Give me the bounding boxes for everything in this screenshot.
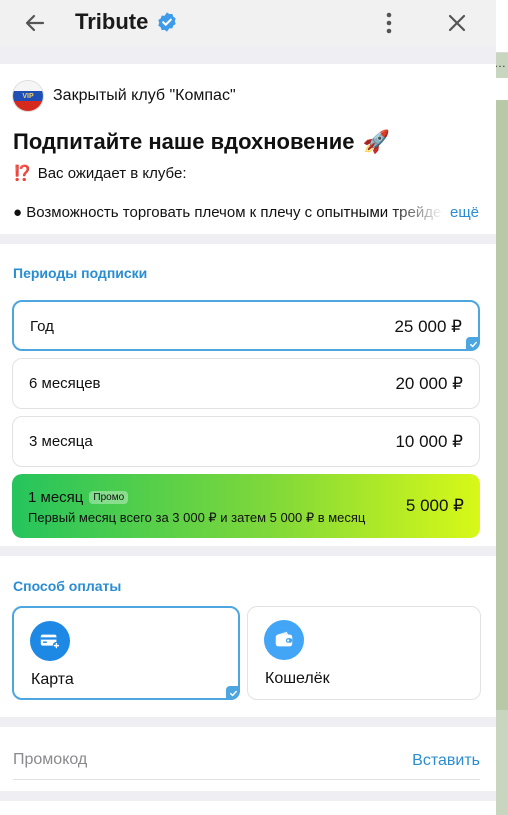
wallet-icon	[264, 620, 304, 660]
plan-option-1-month-promo[interactable]: 1 месяц Промо Первый месяц всего за 3 00…	[12, 474, 480, 538]
app-header: Tribute	[0, 0, 496, 46]
header-title-group: Tribute	[75, 9, 178, 35]
input-underline	[13, 779, 480, 780]
promo-badge: Промо	[89, 491, 129, 504]
description-bullet: ● Возможность торговать плечом к плечу с…	[13, 204, 443, 221]
background-wallpaper	[494, 100, 508, 710]
more-vertical-icon[interactable]	[374, 6, 404, 40]
subscription-periods-card: Периоды подписки Год 25 000 ₽ 6 месяцев …	[0, 244, 496, 546]
plan-name-text: 1 месяц	[28, 489, 84, 506]
plan-name: 6 месяцев	[29, 375, 101, 392]
page-headline: Подпитайте наше вдохновение 🚀	[13, 129, 390, 155]
plan-option-6-months[interactable]: 6 месяцев 20 000 ₽	[12, 358, 480, 409]
promo-code-input[interactable]	[13, 751, 373, 769]
plan-price: 10 000 ₽	[395, 432, 463, 451]
checkmark-icon	[226, 686, 240, 700]
credit-card-icon	[30, 621, 70, 661]
background-divider	[494, 52, 508, 53]
plan-option-year[interactable]: Год 25 000 ₽	[12, 300, 480, 351]
plan-name: 3 месяца	[29, 433, 93, 450]
checkmark-icon	[466, 337, 480, 351]
club-avatar: VIP	[12, 80, 44, 112]
payment-label: Кошелёк	[265, 670, 330, 687]
app-title: Tribute	[75, 9, 149, 34]
plan-price: 20 000 ₽	[395, 374, 463, 393]
description-text: Вас ожидает в клубе:	[37, 164, 187, 182]
plan-price: 25 000 ₽	[394, 317, 462, 336]
headline-text: Подпитайте наше вдохновение	[13, 129, 355, 154]
promo-code-card: Вставить	[0, 727, 496, 791]
club-intro-card: VIP Закрытый клуб "Компас" Подпитайте на…	[0, 64, 496, 234]
payment-option-card[interactable]: Карта	[12, 606, 240, 700]
background-chat-sliver: …	[494, 0, 508, 815]
club-header: VIP Закрытый клуб "Компас"	[12, 80, 236, 112]
background-ellipsis: …	[494, 56, 506, 70]
plan-name: 1 месяц Промо	[28, 489, 129, 506]
avatar-vip-text: VIP	[22, 93, 34, 100]
mini-app-window: Tribute VIP Закрытый клуб "Компас" Подпи…	[0, 0, 496, 815]
interrobang-icon: ⁉️	[13, 165, 32, 182]
background-header	[494, 0, 508, 52]
rocket-icon: 🚀	[362, 129, 390, 154]
paste-button[interactable]: Вставить	[412, 752, 480, 770]
next-section-card	[0, 801, 496, 815]
promo-subtitle: Первый месяц всего за 3 000 ₽ и затем 5 …	[28, 510, 366, 525]
payment-method-card: Способ оплаты Карта Кошелёк	[0, 556, 496, 717]
payment-label: Карта	[31, 671, 74, 688]
verified-badge-icon	[156, 11, 178, 33]
description-line: ⁉️ Вас ожидает в клубе:	[13, 164, 187, 183]
payment-option-wallet[interactable]: Кошелёк	[247, 606, 481, 700]
club-name: Закрытый клуб "Компас"	[53, 87, 236, 104]
close-icon[interactable]	[440, 6, 474, 40]
show-more-link[interactable]: ещё	[450, 204, 479, 221]
plan-price: 5 000 ₽	[405, 496, 464, 515]
arrow-left-icon[interactable]	[18, 6, 52, 40]
periods-section-title: Периоды подписки	[13, 265, 148, 281]
plan-option-3-months[interactable]: 3 месяца 10 000 ₽	[12, 416, 480, 467]
plan-name: Год	[30, 318, 54, 335]
background-strip	[494, 78, 508, 100]
payment-section-title: Способ оплаты	[13, 578, 122, 594]
